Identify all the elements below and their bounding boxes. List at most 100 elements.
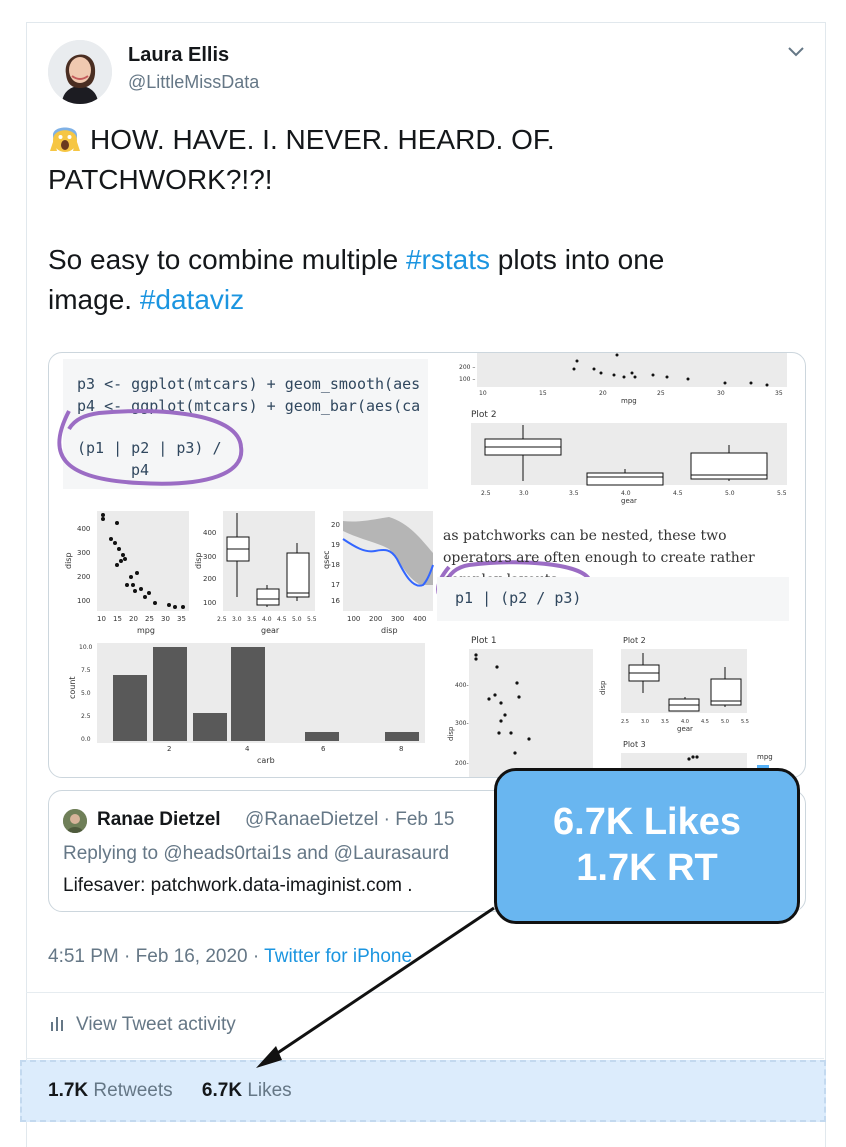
callout-line-1: 6.7K Likes: [553, 801, 741, 843]
tick-label: 0.0: [81, 736, 91, 743]
legend-title: mpg: [757, 753, 773, 761]
tick-label: 2.5: [481, 490, 491, 497]
quote-date[interactable]: Feb 15: [395, 809, 454, 830]
tick-label: 6: [321, 745, 326, 753]
axis-label: disp: [194, 552, 203, 569]
tick-label: 4.0: [262, 616, 272, 623]
tick-label: 25: [145, 615, 154, 623]
tick-label: 19: [331, 541, 340, 549]
tick-label: 200: [203, 575, 216, 583]
tick-label: 300-: [455, 720, 469, 727]
tick-label: 30: [717, 390, 725, 397]
tick-label: 20: [331, 521, 340, 529]
axis-label: count: [68, 676, 77, 699]
author-avatar[interactable]: [48, 40, 112, 104]
hashtag-dataviz[interactable]: #dataviz: [140, 284, 244, 315]
likes-stat[interactable]: 6.7K Likes: [202, 1080, 292, 1101]
axis-label: qsec: [322, 550, 331, 569]
tick-label: 30: [161, 615, 170, 623]
quote-author-name[interactable]: Ranae Dietzel: [97, 809, 221, 831]
author-name[interactable]: Laura Ellis: [128, 44, 229, 67]
tick-label: 400: [203, 529, 216, 537]
tick-label: 2.5: [81, 713, 91, 720]
tweet-image[interactable]: p3 <- ggplot(mtcars) + geom_smooth(aes p…: [48, 352, 806, 778]
retweets-stat[interactable]: 1.7K Retweets: [48, 1080, 173, 1101]
tick-label: 300: [203, 553, 216, 561]
tick-label: 3.0: [232, 616, 242, 623]
tweet-stats: 1.7K Retweets 6.7K Likes: [48, 1080, 292, 1102]
tweet-line-4-pre: image.: [48, 284, 140, 315]
hashtag-rstats[interactable]: #rstats: [406, 244, 490, 275]
tick-label: 20: [129, 615, 138, 623]
tick-label: 5.5: [307, 616, 317, 623]
quote-text: Lifesaver: patchwork.data-imaginist.com …: [63, 875, 413, 896]
tick-label: 4: [245, 745, 250, 753]
tick-label: 20: [599, 390, 607, 397]
tick-label: 400: [77, 525, 90, 533]
tick-label: 2.5: [217, 616, 227, 623]
tick-label: 10: [479, 390, 487, 397]
retweets-count: 1.7K: [48, 1080, 89, 1101]
bar-chart-icon: [51, 1017, 63, 1031]
quote-avatar[interactable]: [63, 809, 87, 833]
divider: [26, 1058, 824, 1059]
tick-label: 100: [347, 615, 360, 623]
tweet-line-3-pre: So easy to combine multiple: [48, 244, 406, 275]
quote-reply-to[interactable]: Replying to @heads0rtai1s and @Laurasaur…: [63, 843, 449, 865]
tick-label: 5.5: [741, 719, 749, 725]
tick-label: 300: [391, 615, 404, 623]
screaming-face-emoji-icon: [50, 127, 80, 152]
tick-label: 8: [399, 745, 403, 753]
plot-background: [97, 511, 189, 611]
tick-label: 10: [97, 615, 106, 623]
tick-label: 200-: [455, 760, 469, 767]
plot-title: Plot 2: [623, 636, 646, 645]
callout-line-2: 1.7K RT: [576, 847, 718, 889]
axis-label: disp: [447, 726, 455, 741]
plot-title: Plot 3: [623, 740, 646, 749]
code-line: p1 | (p2 / p3): [455, 589, 582, 607]
tick-label: 100: [203, 599, 216, 607]
axis-label: mpg: [621, 397, 637, 405]
plot-background: [477, 353, 787, 387]
tick-label: 200 –: [459, 364, 475, 371]
tick-label: 7.5: [81, 667, 91, 674]
likes-label: Likes: [247, 1080, 292, 1101]
tick-label: 3.5: [661, 719, 669, 725]
tick-label: 400: [413, 615, 426, 623]
tick-label: 10.0: [79, 644, 93, 651]
tick-label: 5.5: [777, 490, 787, 497]
quote-handle[interactable]: @RanaeDietzel: [245, 809, 378, 830]
tick-label: 5.0: [721, 719, 729, 725]
tick-label: 16: [331, 597, 340, 605]
tick-label: 3.5: [569, 490, 579, 497]
tick-label: 15: [539, 390, 547, 397]
tick-label: 200: [369, 615, 382, 623]
divider: [26, 992, 824, 993]
code-block-nested: p1 | (p2 / p3): [437, 577, 789, 621]
tick-label: 5.0: [725, 490, 735, 497]
axis-label: disp: [64, 552, 73, 569]
plot-title: Plot 1: [471, 636, 497, 646]
annotation-callout: 6.7K Likes 1.7K RT: [494, 768, 800, 924]
view-activity-link[interactable]: View Tweet activity: [48, 1014, 236, 1036]
plot-background: [469, 649, 593, 777]
tick-label: 35: [775, 390, 783, 397]
tick-label: 15: [113, 615, 122, 623]
chevron-down-icon[interactable]: [786, 44, 806, 60]
axis-label: gear: [677, 725, 693, 733]
tweet-time[interactable]: 4:51 PM · Feb 16, 2020 ·: [48, 946, 264, 967]
tick-label: 100: [77, 597, 90, 605]
tick-label: 300: [77, 549, 90, 557]
likes-count: 6.7K: [201, 1080, 243, 1101]
tick-label: 17: [331, 581, 340, 589]
tick-label: 4.5: [701, 719, 709, 725]
tick-label: 4.5: [277, 616, 287, 623]
tweet-timestamp: 4:51 PM · Feb 16, 2020 · Twitter for iPh…: [48, 946, 412, 968]
tweet-source[interactable]: Twitter for iPhone: [264, 946, 412, 967]
tick-label: 5.0: [292, 616, 302, 623]
quote-meta: @RanaeDietzel · Feb 15: [245, 809, 455, 830]
tick-label: 2: [167, 745, 171, 753]
tick-label: 3.0: [641, 719, 649, 725]
author-handle[interactable]: @LittleMissData: [128, 72, 259, 93]
